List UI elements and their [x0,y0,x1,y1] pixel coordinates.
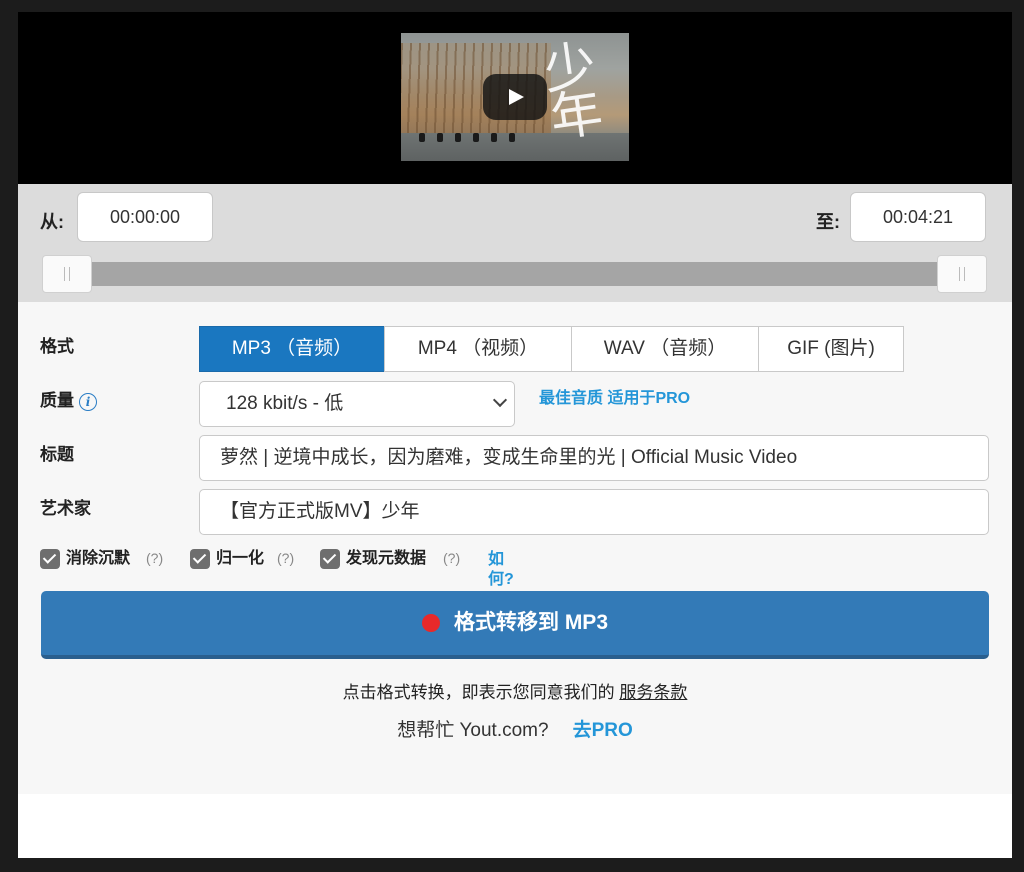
converter-panel: 少年 从: 00:00:00 至: 00:04:21 格式 MP3 （音频） M… [18,12,1012,858]
trim-end-handle[interactable] [937,255,987,293]
title-input[interactable]: 萝然 | 逆境中成长，因为磨难，变成生命里的光 | Official Music… [199,435,989,481]
help-text: 想帮忙 Yout.com? [397,720,549,741]
quality-select[interactable]: 128 kbit/s - 低 [199,381,515,427]
info-icon[interactable]: i [79,392,97,411]
tab-mp3[interactable]: MP3 （音频） [199,326,385,372]
find-metadata-label: 发现元数据 [346,550,427,567]
go-pro-link[interactable]: 去PRO [573,720,633,741]
find-metadata-help[interactable]: (?) [443,549,460,567]
record-icon [421,613,440,632]
normalize-help[interactable]: (?) [277,549,294,567]
trim-controls: 从: 00:00:00 至: 00:04:21 [18,184,1012,302]
find-metadata-checkbox[interactable] [320,549,340,569]
options-form: 格式 MP3 （音频） MP4 （视频） WAV （音频） GIF (图片) 质… [18,302,1012,794]
normalize-label: 归一化 [216,550,265,567]
quality-label: 质量 [40,391,74,410]
to-label: 至: [816,212,840,232]
terms-of-service-link[interactable]: 服务条款 [619,683,687,702]
remove-silence-help[interactable]: (?) [146,549,163,567]
quality-selected-value: 128 kbit/s - 低 [226,393,344,414]
trim-start-handle[interactable] [42,255,92,293]
remove-silence-label: 消除沉默 [66,550,131,567]
quality-label-row: 质量 i [40,386,97,411]
trim-slider-track[interactable] [44,262,984,286]
tab-gif[interactable]: GIF (图片) [758,326,904,372]
start-time-input[interactable]: 00:00:00 [77,192,213,242]
title-label: 标题 [40,445,74,464]
thumbnail-riders [419,129,527,147]
help-promo: 想帮忙 Yout.com? 去PRO [18,715,1012,742]
convert-button-label: 格式转移到 MP3 [453,611,608,634]
end-time-input[interactable]: 00:04:21 [850,192,986,242]
terms-notice: 点击格式转换，即表示您同意我们的 服务条款 [18,678,1012,703]
remove-silence-checkbox[interactable] [40,549,60,569]
best-quality-pro-link[interactable]: 最佳音质 适用于PRO [539,384,690,408]
how-link[interactable]: 如何? [488,550,514,590]
terms-text: 点击格式转换，即表示您同意我们的 [342,683,615,702]
artist-input[interactable]: 【官方正式版MV】少年 [199,489,989,535]
play-icon[interactable] [483,74,547,120]
thumbnail-logo: 少年 [539,35,607,150]
chevron-down-icon [492,392,508,408]
artist-label: 艺术家 [40,499,91,518]
tab-wav[interactable]: WAV （音频） [571,326,759,372]
video-preview-area: 少年 [18,12,1012,184]
normalize-checkbox[interactable] [190,549,210,569]
tab-mp4[interactable]: MP4 （视频） [384,326,572,372]
from-label: 从: [40,212,64,232]
format-label: 格式 [40,337,74,356]
convert-button[interactable]: 格式转移到 MP3 [41,591,989,659]
